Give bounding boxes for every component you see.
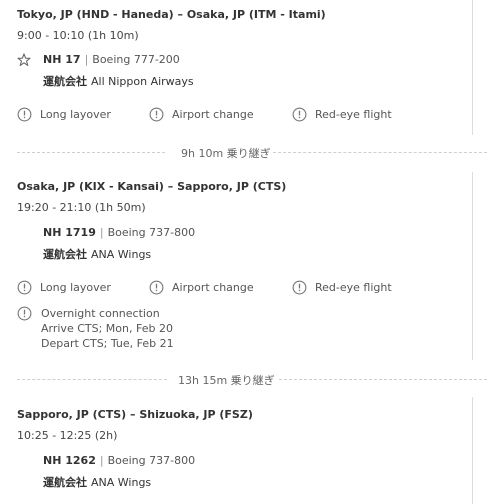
warning-label: Long layover (40, 108, 111, 121)
aircraft: Boeing 737-800 (107, 226, 196, 239)
overnight-arrive: Arrive CTS; Mon, Feb 20 (41, 322, 173, 335)
flight-number: NH 1719 (43, 226, 96, 239)
flight-number: NH 1262 (43, 454, 96, 467)
warning-label: Red-eye flight (315, 108, 392, 121)
alert-circle-icon (17, 107, 32, 122)
warning-label: Red-eye flight (315, 281, 392, 294)
operator-name: ANA Wings (91, 248, 152, 261)
aircraft: Boeing 777-200 (92, 53, 180, 66)
alert-circle-icon (149, 107, 164, 122)
segment-border-1 (472, 0, 473, 135)
warning-red-eye: Red-eye flight (292, 280, 392, 295)
dashed-line (273, 152, 487, 153)
operator-label: 運航会社 (43, 248, 87, 261)
dashed-line (279, 379, 487, 380)
segment-border-3 (472, 397, 473, 504)
operator-name: All Nippon Airways (91, 75, 194, 88)
warning-long-layover: Long layover (17, 107, 111, 122)
flight-time: 10:25 - 12:25 (2h) (17, 429, 118, 442)
warning-label: Long layover (40, 281, 111, 294)
alert-circle-icon (17, 280, 32, 295)
warning-red-eye: Red-eye flight (292, 107, 392, 122)
warning-airport-change: Airport change (149, 280, 254, 295)
overnight-connection-notice: Overnight connection Arrive CTS; Mon, Fe… (17, 306, 317, 352)
flight-info: NH 1719 | Boeing 737-800 (43, 226, 195, 239)
operator-info: 運航会社 ANA Wings (43, 246, 151, 262)
warning-long-layover: Long layover (17, 280, 111, 295)
separator: | (99, 454, 104, 467)
flight-info: NH 17 | Boeing 777-200 (43, 53, 180, 66)
overnight-title: Overnight connection (41, 307, 160, 320)
separator: | (99, 226, 104, 239)
operator-label: 運航会社 (43, 75, 87, 88)
flight-info: NH 1262 | Boeing 737-800 (43, 454, 195, 467)
dashed-line (17, 379, 167, 380)
alert-circle-icon (292, 107, 307, 122)
separator: | (84, 53, 89, 66)
alert-circle-icon (292, 280, 307, 295)
segment-border-2 (472, 172, 473, 360)
operator-label: 運航会社 (43, 476, 87, 489)
route-title: Sapporo, JP (CTS) – Shizuoka, JP (FSZ) (17, 408, 253, 421)
overnight-depart: Depart CTS; Tue, Feb 21 (41, 337, 174, 350)
warning-label: Airport change (172, 281, 254, 294)
operator-info: 運航会社 All Nippon Airways (43, 73, 194, 89)
aircraft: Boeing 737-800 (107, 454, 196, 467)
route-title: Osaka, JP (KIX - Kansai) – Sapporo, JP (… (17, 180, 287, 193)
dashed-line (17, 152, 165, 153)
flight-number: NH 17 (43, 53, 81, 66)
star-icon (17, 53, 31, 66)
flight-time: 19:20 - 21:10 (1h 50m) (17, 201, 146, 214)
layover-duration: 13h 15m 乗り継ぎ (178, 374, 275, 387)
layover-divider-2: 13h 15m 乗り継ぎ (17, 372, 487, 387)
layover-duration: 9h 10m 乗り継ぎ (181, 147, 271, 160)
route-title: Tokyo, JP (HND - Haneda) – Osaka, JP (IT… (17, 8, 326, 21)
warning-label: Airport change (172, 108, 254, 121)
warning-airport-change: Airport change (149, 107, 254, 122)
alert-circle-icon (17, 306, 32, 321)
flight-time: 9:00 - 10:10 (1h 10m) (17, 29, 139, 42)
alert-circle-icon (149, 280, 164, 295)
operator-info: 運航会社 ANA Wings (43, 474, 151, 490)
operator-name: ANA Wings (91, 476, 152, 489)
layover-divider-1: 9h 10m 乗り継ぎ (17, 145, 487, 160)
